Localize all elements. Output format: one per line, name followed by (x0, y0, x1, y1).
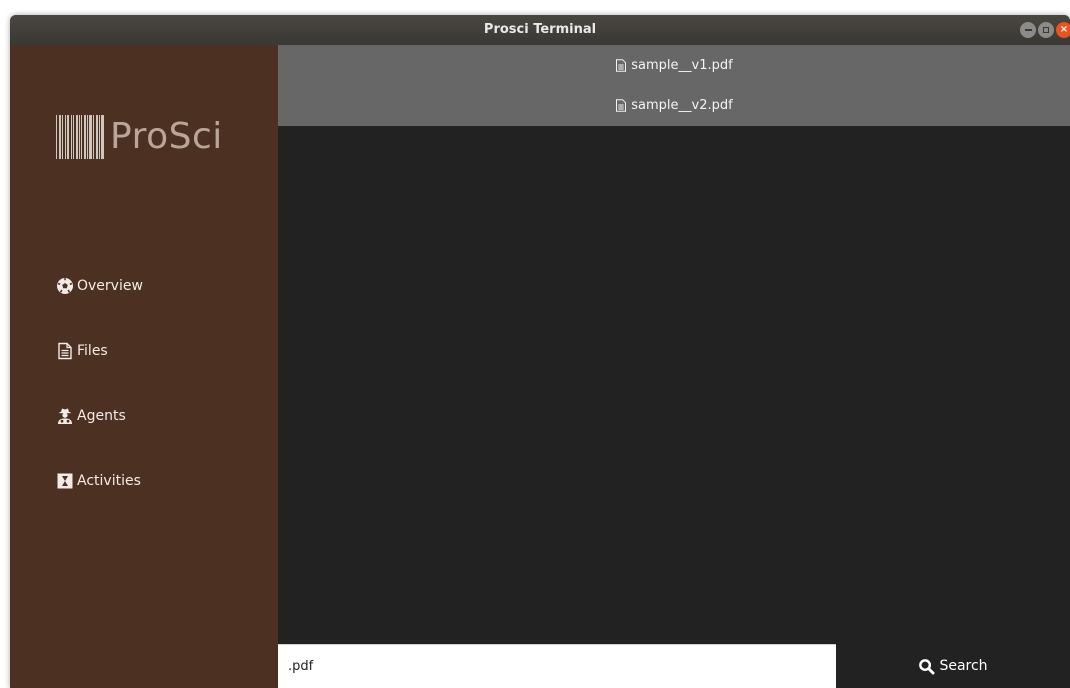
maximize-icon (1043, 27, 1049, 33)
list-item[interactable]: sample__v2.pdf (278, 85, 1070, 125)
barcode-icon (56, 115, 104, 159)
window-title: Prosci Terminal (483, 22, 597, 37)
maximize-button[interactable] (1038, 22, 1054, 38)
file-name: sample__v2.pdf (631, 97, 733, 113)
sidebar-item-label: Files (77, 343, 108, 359)
sidebar: ProSci Overview Files Agents Activities (10, 45, 278, 688)
sidebar-item-label: Overview (77, 278, 143, 294)
brand-logo: ProSci (56, 115, 223, 159)
sidebar-item-activities[interactable]: Activities (56, 469, 141, 493)
minimize-button[interactable] (1020, 22, 1036, 38)
hourglass-icon (57, 473, 73, 489)
close-icon: × (1059, 24, 1069, 35)
results-list: sample__v1.pdf sample__v2.pdf (278, 45, 1070, 126)
user-secret-icon (58, 408, 72, 424)
list-item[interactable]: sample__v1.pdf (278, 45, 1070, 85)
file-text-icon (616, 98, 627, 112)
file-name: sample__v1.pdf (631, 57, 733, 73)
title-bar[interactable]: Prosci Terminal × (10, 15, 1070, 45)
brand-name: ProSci (110, 116, 223, 157)
file-text-icon (58, 342, 72, 360)
sidebar-item-label: Activities (77, 473, 141, 489)
sidebar-item-label: Agents (77, 408, 126, 424)
search-input[interactable] (278, 644, 836, 688)
soccer-ball-icon (57, 278, 73, 294)
close-button[interactable]: × (1056, 22, 1070, 38)
content-area (278, 126, 1070, 644)
search-icon (919, 658, 935, 675)
search-button[interactable]: Search (836, 644, 1070, 688)
app-window: Prosci Terminal × ProSci Overview Files … (10, 15, 1070, 688)
file-text-icon (616, 58, 627, 72)
minimize-icon (1024, 29, 1032, 31)
sidebar-item-agents[interactable]: Agents (56, 404, 126, 428)
search-button-label: Search (939, 658, 988, 674)
sidebar-item-files[interactable]: Files (56, 339, 108, 363)
sidebar-item-overview[interactable]: Overview (56, 274, 143, 298)
